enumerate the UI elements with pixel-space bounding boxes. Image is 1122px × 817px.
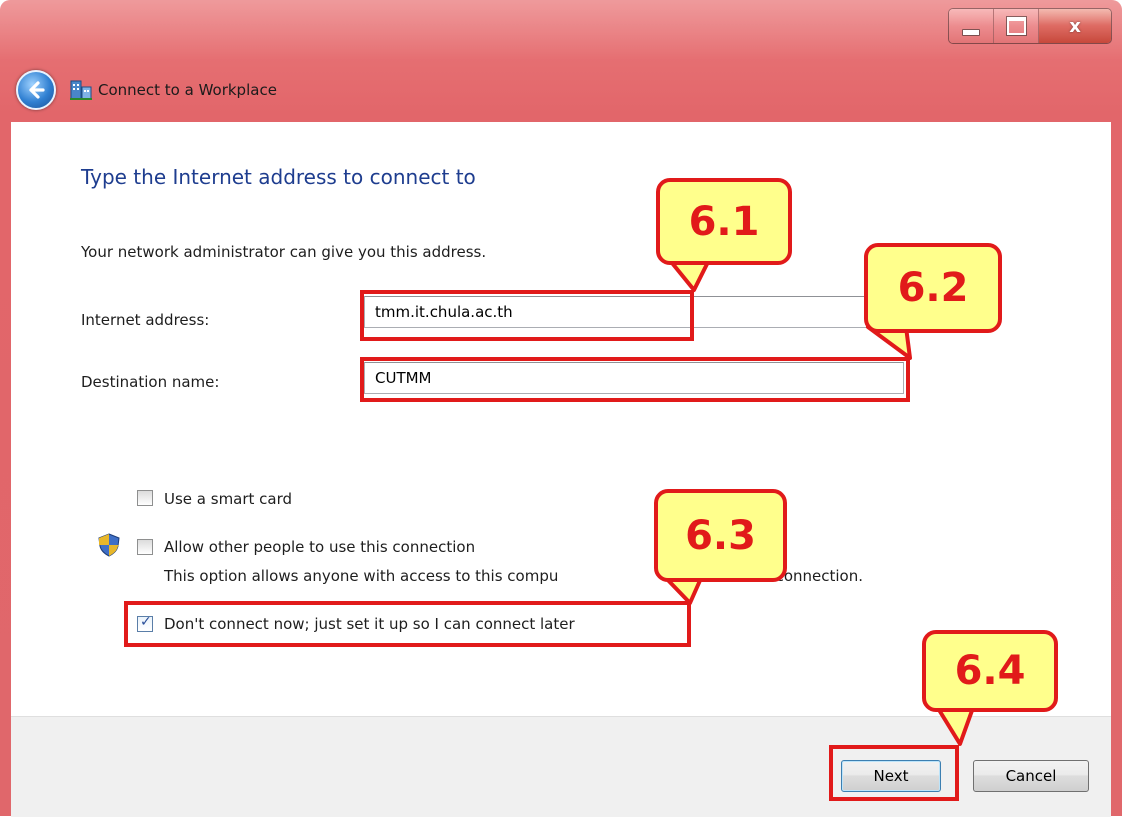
callout-6-3: 6.3: [654, 489, 787, 582]
callout-6-2: 6.2: [864, 243, 1002, 333]
callout-6-1: 6.1: [656, 178, 792, 265]
callout-6-4: 6.4: [922, 630, 1058, 712]
